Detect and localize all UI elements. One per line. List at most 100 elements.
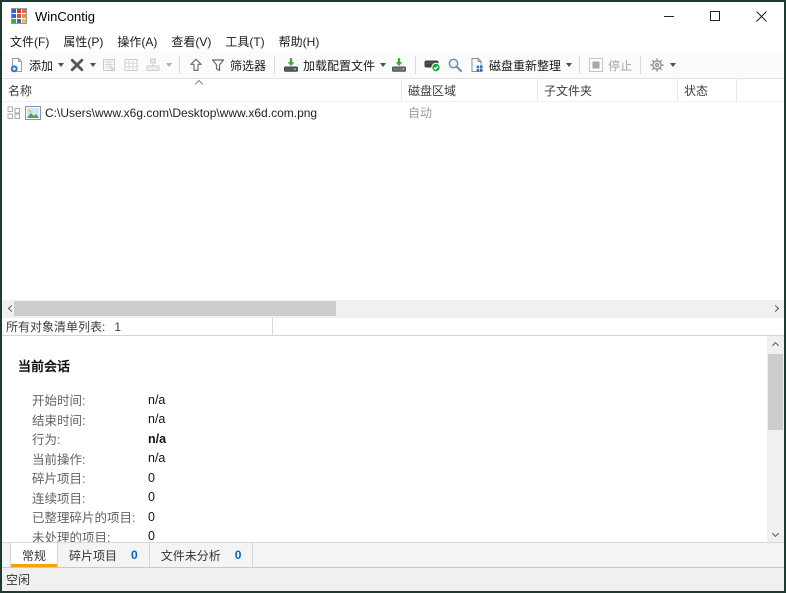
tab-fragmented-items-count: 0 <box>131 548 138 562</box>
grid-view-icon <box>124 59 138 71</box>
horizontal-scrollbar[interactable] <box>2 300 784 317</box>
wincontig-window: WinContig 文件(F) 属性(P) 操作(A) 查看(V) 工具(T) … <box>0 0 786 593</box>
search-button[interactable] <box>444 54 466 76</box>
table-row[interactable]: C:\Users\www.x6g.com\Desktop\www.x6d.com… <box>2 102 784 123</box>
column-header-disk-area[interactable]: 磁盘区域 <box>402 79 538 101</box>
list-summary-count: 1 <box>114 319 122 334</box>
image-file-icon <box>25 105 41 120</box>
session-field-row: 行为: n/a <box>18 429 784 449</box>
move-up-icon <box>190 58 202 71</box>
toolbar-separator <box>640 56 642 74</box>
session-field-row: 未处理的项目: 0 <box>18 527 784 542</box>
properties-button[interactable] <box>98 54 120 76</box>
field-label: 已整理碎片的项目: <box>32 511 136 526</box>
file-path: C:\Users\www.x6g.com\Desktop\www.x6d.com… <box>45 105 318 120</box>
field-label: 开始时间: <box>32 394 86 409</box>
tab-files-not-analyzed-count: 0 <box>234 548 242 562</box>
add-dropdown-caret[interactable] <box>58 63 65 67</box>
scroll-down-button[interactable] <box>767 526 784 542</box>
field-label: 当前操作: <box>32 452 86 467</box>
stop-icon <box>589 58 604 72</box>
remove-dropdown-caret[interactable] <box>90 63 97 67</box>
grid-view-button[interactable] <box>120 54 142 76</box>
window-title: WinContig <box>35 8 95 24</box>
tab-general-label: 常规 <box>22 548 47 563</box>
tab-fragmented-items[interactable]: 碎片项目 0 <box>58 543 150 567</box>
column-header-name-label: 名称 <box>8 83 33 98</box>
menu-help[interactable]: 帮助(H) <box>272 30 327 53</box>
close-icon <box>755 10 767 22</box>
settings-dropdown-caret[interactable] <box>670 63 677 67</box>
scroll-up-button[interactable] <box>767 336 784 352</box>
session-field-row: 当前操作: n/a <box>18 449 784 469</box>
filter-button[interactable]: 筛选器 <box>207 54 269 77</box>
close-button[interactable] <box>738 2 784 30</box>
remove-icon <box>70 58 84 72</box>
column-header-filler <box>737 79 784 101</box>
tab-fragmented-items-label: 碎片项目 <box>69 548 118 563</box>
tab-files-not-analyzed-label: 文件未分析 <box>160 548 221 563</box>
defragment-button[interactable]: 磁盘重新整理 <box>466 54 564 77</box>
column-header-subfolder[interactable]: 子文件夹 <box>538 79 678 101</box>
field-value: n/a <box>148 412 166 427</box>
load-profile-label: 加载配置文件 <box>303 58 376 73</box>
tab-general[interactable]: 常规 <box>10 543 59 567</box>
field-value: 0 <box>148 529 155 542</box>
minimize-button[interactable] <box>646 2 692 30</box>
field-label: 结束时间: <box>32 413 86 428</box>
field-value: n/a <box>148 451 166 466</box>
column-header-subfolder-label: 子文件夹 <box>544 83 593 98</box>
save-profile-icon <box>392 58 407 72</box>
add-button[interactable]: 添加 <box>6 54 56 77</box>
toolbar: 添加 筛选器 加载配置文件 磁盘重新整理 停止 <box>2 52 784 79</box>
vertical-scrollbar[interactable] <box>767 336 784 542</box>
remove-button[interactable] <box>66 54 88 76</box>
column-header-status-label: 状态 <box>684 83 709 98</box>
menu-file[interactable]: 文件(F) <box>3 30 56 53</box>
chevron-right-icon <box>771 304 779 313</box>
save-profile-button[interactable] <box>388 54 410 76</box>
drive-tools-button[interactable] <box>142 54 164 76</box>
scroll-right-button[interactable] <box>768 300 784 317</box>
load-profile-dropdown-caret[interactable] <box>380 63 387 67</box>
toolbar-separator <box>274 56 276 74</box>
tab-files-not-analyzed[interactable]: 文件未分析 0 <box>150 543 254 567</box>
title-bar: WinContig <box>2 2 784 30</box>
stop-button[interactable]: 停止 <box>585 54 635 77</box>
drive-tools-dropdown-caret[interactable] <box>166 63 173 67</box>
menu-actions[interactable]: 操作(A) <box>110 30 164 53</box>
sort-ascending-icon <box>194 79 204 89</box>
stop-button-label: 停止 <box>608 58 633 73</box>
list-header: 名称 磁盘区域 子文件夹 状态 <box>2 79 784 102</box>
minimize-icon <box>663 15 674 17</box>
object-list: C:\Users\www.x6g.com\Desktop\www.x6d.com… <box>2 102 784 300</box>
add-file-icon <box>10 57 23 73</box>
field-label: 连续项目: <box>32 491 86 506</box>
defragment-dropdown-caret[interactable] <box>566 63 573 67</box>
vertical-scrollbar-thumb[interactable] <box>768 354 783 430</box>
column-header-name[interactable]: 名称 <box>2 79 402 101</box>
maximize-button[interactable] <box>692 2 738 30</box>
field-label: 未处理的项目: <box>32 530 111 542</box>
menu-view[interactable]: 查看(V) <box>164 30 218 53</box>
app-logo-icon <box>11 8 27 24</box>
settings-button[interactable] <box>646 54 668 76</box>
menu-properties[interactable]: 属性(P) <box>56 30 110 53</box>
column-header-status[interactable]: 状态 <box>678 79 737 101</box>
session-field-row: 结束时间: n/a <box>18 410 784 430</box>
load-profile-button[interactable]: 加载配置文件 <box>280 54 378 77</box>
horizontal-scrollbar-thumb[interactable] <box>14 301 336 316</box>
defragment-button-label: 磁盘重新整理 <box>489 58 562 73</box>
session-field-row: 碎片项目: 0 <box>18 468 784 488</box>
toolbar-separator <box>179 56 181 74</box>
analyze-button[interactable] <box>421 54 444 76</box>
defragment-icon <box>471 57 483 72</box>
toolbar-separator <box>415 56 417 74</box>
status-text: 空闲 <box>6 573 31 587</box>
session-title: 当前会话 <box>18 359 71 374</box>
field-label: 碎片项目: <box>32 472 86 487</box>
menu-tools[interactable]: 工具(T) <box>218 30 271 53</box>
maximize-icon <box>709 10 720 21</box>
toolbar-separator <box>579 56 581 74</box>
move-up-button[interactable] <box>185 54 207 76</box>
